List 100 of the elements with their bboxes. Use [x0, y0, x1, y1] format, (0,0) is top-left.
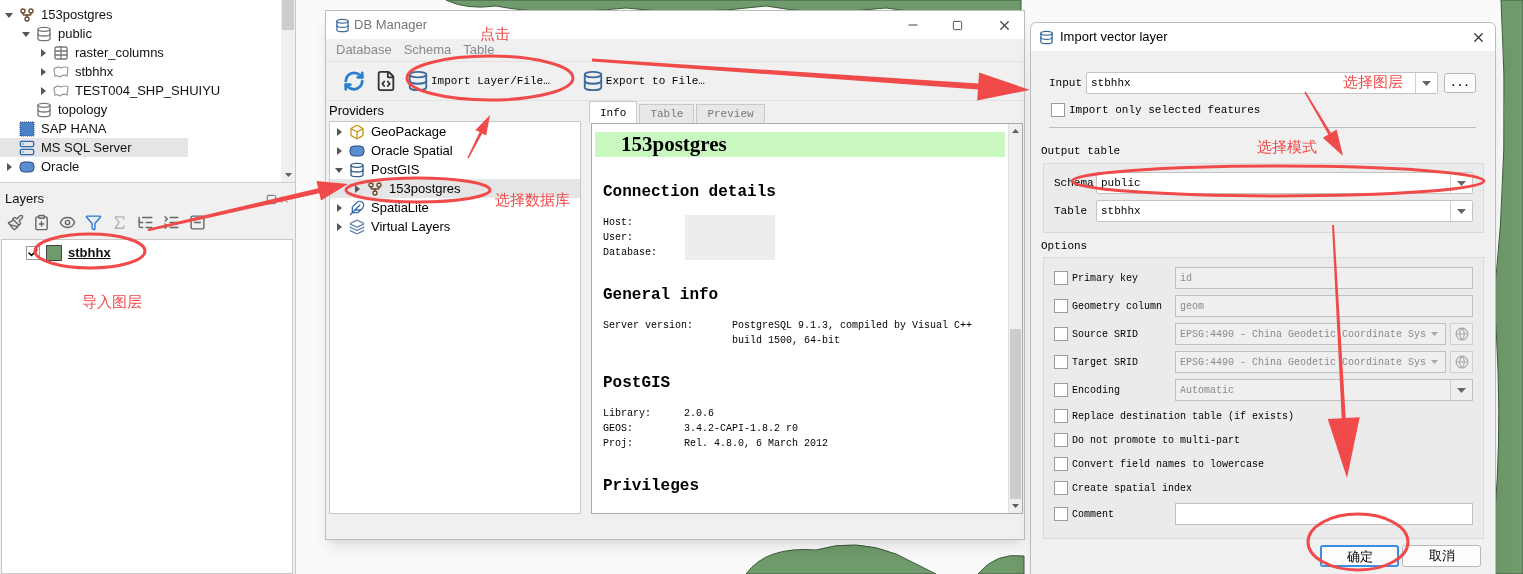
export-button[interactable]: Export to File… [581, 69, 705, 93]
tree-item[interactable]: SAP HANA [0, 119, 163, 138]
expand-arrow-icon[interactable] [335, 222, 343, 231]
field-label: Input [1049, 75, 1083, 91]
database-icon [1039, 29, 1054, 45]
layer-name[interactable]: stbhhx [68, 243, 111, 263]
expand-arrow-icon[interactable] [335, 203, 343, 212]
polygon-icon [53, 82, 69, 99]
info-value: PostgreSQL 9.1.3, compiled by Visual C++ build 1500, 64-bit [732, 319, 974, 348]
option-label: Target SRID [1072, 355, 1139, 370]
text-field[interactable] [1175, 503, 1473, 525]
brush-icon[interactable] [7, 213, 24, 231]
capsule-icon [19, 158, 35, 175]
document-icon[interactable] [375, 70, 397, 92]
fork-icon [367, 180, 383, 197]
scrollbar-thumb[interactable] [1010, 329, 1021, 499]
tree-item[interactable]: public [0, 24, 148, 43]
import-button[interactable]: Import Layer/File… [407, 69, 550, 93]
dialog-button[interactable]: 取消 [1402, 545, 1481, 567]
checkbox[interactable] [1054, 481, 1068, 495]
window-title: DB Manager [354, 16, 427, 35]
section-heading: General info [603, 285, 719, 306]
tree-item[interactable]: raster_columns [0, 43, 220, 62]
option-label: Replace destination table (if exists) [1072, 409, 1295, 424]
fork-icon [19, 6, 35, 23]
table-dropdown[interactable]: stbhhx [1096, 200, 1473, 222]
info-label: Proj: [603, 437, 634, 451]
tree-item[interactable]: GeoPackage [330, 122, 503, 141]
expand-arrow-icon[interactable] [335, 146, 343, 155]
scroll-down-icon[interactable] [284, 173, 292, 177]
info-label: Host: [603, 216, 634, 230]
tree-item[interactable]: Virtual Layers [330, 217, 507, 236]
tree-item[interactable]: topology [0, 100, 164, 119]
dialog-button[interactable]: 确定 [1320, 545, 1399, 567]
scrollbar[interactable] [1008, 124, 1022, 513]
info-label: GEOS: [603, 422, 634, 436]
option-label: Geometry column [1072, 299, 1163, 314]
section-heading: Privileges [603, 476, 699, 497]
annotation-arrow [467, 115, 490, 159]
feather-icon [349, 199, 365, 216]
annotation-text: 选择模式 [1257, 138, 1317, 156]
tree-item[interactable]: stbhhx [0, 62, 170, 81]
clipboard-icon[interactable] [33, 213, 50, 231]
section-heading: PostGIS [603, 373, 671, 394]
expand-arrow-icon[interactable] [353, 184, 361, 193]
expand-arrow-icon[interactable] [39, 48, 47, 57]
maximize-icon[interactable] [952, 19, 963, 31]
tree-item[interactable]: Oracle [0, 157, 136, 176]
collapse-arrow-icon[interactable] [22, 29, 30, 38]
info-label: Database: [603, 246, 658, 260]
scrollbar[interactable] [281, 0, 295, 182]
tab[interactable]: Info [589, 101, 638, 123]
checkbox[interactable] [1054, 409, 1068, 423]
refresh-icon[interactable] [343, 70, 365, 92]
polygon-icon [53, 63, 69, 80]
scrollbar-thumb[interactable] [282, 0, 294, 30]
info-label: Server version: [603, 319, 694, 333]
filter-icon[interactable] [85, 213, 102, 231]
database-icon [407, 69, 429, 93]
option-label: Encoding [1072, 383, 1121, 398]
tab[interactable]: Table [639, 104, 695, 123]
checkbox[interactable] [1051, 103, 1065, 117]
annotation-text: 点击 [480, 25, 510, 43]
database-icon [581, 69, 604, 93]
collapse-arrow-icon[interactable] [5, 10, 13, 19]
checkbox-label: Import only selected features [1069, 102, 1261, 118]
tree-item[interactable]: Oracle Spatial [330, 141, 509, 160]
option-label: Source SRID [1072, 327, 1139, 342]
checkbox[interactable] [1054, 507, 1068, 521]
expand-arrow-icon[interactable] [39, 67, 47, 76]
panel-title: Layers [5, 190, 45, 209]
checkbox[interactable] [1054, 457, 1068, 471]
tree-item[interactable]: PostGIS [330, 160, 476, 179]
option-label: Primary key [1072, 271, 1139, 286]
scroll-down-icon[interactable] [1012, 504, 1019, 508]
map-polygon [977, 554, 1025, 574]
square-minus-icon[interactable] [189, 213, 206, 231]
option-label: Do not promote to multi-part [1072, 433, 1241, 448]
tree-item[interactable]: TEST004_SHP_SHUIYU [0, 81, 277, 100]
collapse-arrow-icon[interactable] [335, 165, 343, 174]
tab[interactable]: Preview [696, 104, 765, 123]
window-title: Import vector layer [1060, 28, 1168, 47]
option-label: Create spatial index [1072, 481, 1193, 496]
database-icon [349, 161, 365, 178]
scroll-up-icon[interactable] [1012, 129, 1019, 133]
tree-item[interactable]: SpatiaLite [330, 198, 485, 217]
info-title-bar: 153postgres [595, 132, 1005, 157]
schema-dropdown[interactable]: public [1096, 172, 1473, 194]
expand-arrow-icon[interactable] [335, 127, 343, 136]
expand-arrow-icon[interactable] [39, 86, 47, 95]
expand-arrow-icon[interactable] [5, 162, 13, 171]
browse-button[interactable]: ... [1444, 73, 1476, 93]
server-icon [19, 139, 35, 156]
section-heading: Connection details [603, 182, 776, 203]
cube-icon [349, 123, 365, 140]
tree-item[interactable]: 153postgres [0, 5, 169, 24]
tree-item[interactable]: MS SQL Server [0, 138, 188, 157]
section-title: Output table [1041, 144, 1121, 158]
float-icon[interactable] [266, 193, 277, 205]
checkbox[interactable] [1054, 433, 1068, 447]
